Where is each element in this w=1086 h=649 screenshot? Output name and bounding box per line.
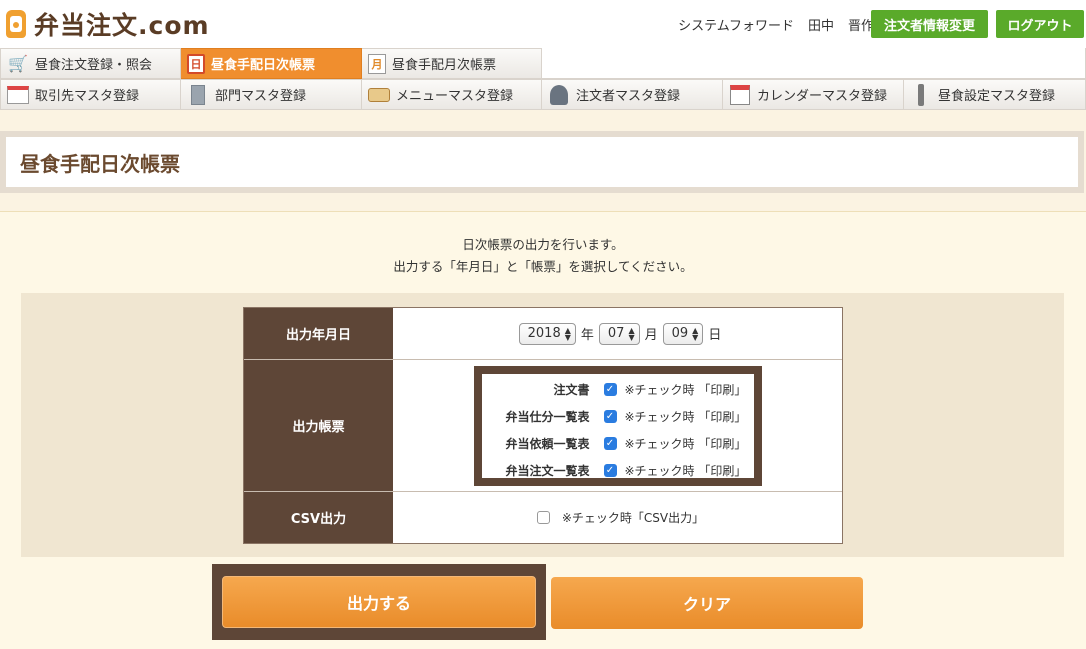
month-suffix: 月 [644, 328, 658, 343]
nav-label: メニューマスタ登録 [396, 89, 514, 104]
nav-monthly-report[interactable]: 月 昼食手配月次帳票 [362, 48, 542, 79]
nav-spacer [542, 48, 1086, 79]
reports-label: 出力帳票 [244, 360, 393, 491]
page-title: 昼食手配日次帳票 [20, 151, 180, 176]
nav-label: 取引先マスタ登録 [35, 89, 140, 104]
intro-text: 日次帳票の出力を行います。 出力する「年月日」と「帳票」を選択してください。 [0, 234, 1086, 278]
output-form: 出力年月日 2018 ▲ ▼ 年 07 ▲ ▼ 月 09 ▲ ▼ 日 出力帳票 … [243, 307, 843, 544]
nav-label: 昼食設定マスタ登録 [938, 89, 1056, 104]
reports-row: 出力帳票 注文書 ✓ ※チェック時 「印刷」 弁当仕分一覧表 ✓ ※チェック時 … [244, 360, 842, 492]
report-name: 弁当注文一覧表 [505, 463, 590, 478]
bento-logo-icon [6, 10, 26, 38]
year-select[interactable]: 2018 ▲ ▼ [518, 322, 576, 345]
nav-label: 注文者マスタ登録 [576, 89, 681, 104]
nav-department-master[interactable]: 部門マスタ登録 [181, 79, 362, 110]
day-suffix: 日 [708, 328, 722, 343]
clear-button[interactable]: クリア [551, 577, 863, 629]
edit-profile-button[interactable]: 注文者情報変更 [871, 10, 988, 38]
user-icon [548, 84, 570, 105]
monthly-report-icon: 月 [368, 53, 386, 74]
nav-label: 昼食注文登録・照会 [35, 58, 153, 73]
report-option: 注文書 ✓ ※チェック時 「印刷」 [482, 376, 754, 403]
report-note: ※チェック時 「印刷」 [624, 382, 747, 397]
csv-checkbox[interactable] [536, 511, 550, 524]
nav-lunch-settings-master[interactable]: 昼食設定マスタ登録 [904, 79, 1086, 110]
user-last-name: 田中 [807, 19, 834, 34]
intro-line-1: 日次帳票の出力を行います。 [462, 237, 624, 252]
cart-icon: 🛒 [8, 54, 28, 73]
nav-calendar-master[interactable]: カレンダーマスタ登録 [723, 79, 904, 110]
nav-client-master[interactable]: 取引先マスタ登録 [0, 79, 181, 110]
report-checkbox-sorting-list[interactable]: ✓ [603, 409, 617, 423]
header: 弁当注文.com システムフォワード 田中 晋作 注文者情報変更 ログアウト [0, 0, 1086, 48]
report-option: 弁当依頼一覧表 ✓ ※チェック時 「印刷」 [482, 430, 754, 457]
report-note: ※チェック時 「印刷」 [624, 436, 747, 451]
nav-label: 昼食手配日次帳票 [211, 58, 316, 73]
user-info: システムフォワード 田中 晋作 [678, 15, 874, 34]
client-icon [7, 85, 29, 105]
logo-text: 弁当注文.com [34, 11, 210, 40]
csv-note: ※チェック時「CSV出力」 [561, 511, 705, 525]
logo[interactable]: 弁当注文.com [6, 6, 210, 42]
report-options-box: 注文書 ✓ ※チェック時 「印刷」 弁当仕分一覧表 ✓ ※チェック時 「印刷」 … [473, 365, 762, 486]
report-name: 弁当依頼一覧表 [505, 436, 590, 451]
select-arrows-icon: ▲ ▼ [692, 325, 699, 342]
main-content: 日次帳票の出力を行います。 出力する「年月日」と「帳票」を選択してください。 出… [0, 211, 1086, 649]
nav-label: 昼食手配月次帳票 [392, 58, 497, 73]
report-checkbox-order-list[interactable]: ✓ [603, 463, 617, 477]
bento-icon [368, 85, 390, 105]
report-option: 弁当注文一覧表 ✓ ※チェック時 「印刷」 [482, 457, 754, 478]
company-name: システムフォワード [678, 19, 794, 34]
building-icon [187, 84, 209, 105]
csv-label: CSV出力 [244, 492, 393, 543]
nav-lunch-order[interactable]: 🛒 昼食注文登録・照会 [0, 48, 181, 79]
main-nav: 🛒 昼食注文登録・照会 日 昼食手配日次帳票 月 昼食手配月次帳票 取引先マスタ… [0, 48, 1086, 110]
csv-row: CSV出力 ※チェック時「CSV出力」 [244, 492, 842, 543]
month-select[interactable]: 07 ▲ ▼ [598, 322, 640, 345]
report-note: ※チェック時 「印刷」 [624, 463, 747, 478]
nav-menu-master[interactable]: メニューマスタ登録 [362, 79, 542, 110]
wrench-icon [910, 83, 932, 106]
calendar-icon [729, 84, 751, 105]
nav-label: 部門マスタ登録 [215, 89, 307, 104]
report-checkbox-request-list[interactable]: ✓ [603, 436, 617, 450]
date-label: 出力年月日 [244, 308, 393, 359]
logout-button[interactable]: ログアウト [996, 10, 1084, 38]
day-value: 09 [671, 326, 689, 341]
intro-line-2: 出力する「年月日」と「帳票」を選択してください。 [393, 259, 693, 274]
report-checkbox-order-sheet[interactable]: ✓ [603, 382, 617, 396]
month-value: 07 [607, 326, 625, 341]
title-panel: 昼食手配日次帳票 [0, 131, 1084, 193]
output-button-highlight: 出力する [212, 564, 546, 640]
report-note: ※チェック時 「印刷」 [624, 409, 747, 424]
report-name: 弁当仕分一覧表 [505, 409, 590, 424]
nav-orderer-master[interactable]: 注文者マスタ登録 [542, 79, 723, 110]
day-select[interactable]: 09 ▲ ▼ [662, 322, 704, 345]
report-option: 弁当仕分一覧表 ✓ ※チェック時 「印刷」 [482, 403, 754, 430]
output-button[interactable]: 出力する [222, 576, 536, 628]
report-name: 注文書 [553, 382, 590, 397]
daily-report-icon: 日 [187, 53, 205, 74]
select-arrows-icon: ▲ ▼ [564, 325, 571, 342]
nav-daily-report[interactable]: 日 昼食手配日次帳票 [181, 48, 362, 79]
select-arrows-icon: ▲ ▼ [628, 325, 635, 342]
date-row: 出力年月日 2018 ▲ ▼ 年 07 ▲ ▼ 月 09 ▲ ▼ 日 [244, 308, 842, 360]
nav-label: カレンダーマスタ登録 [757, 89, 888, 104]
year-suffix: 年 [580, 328, 594, 343]
year-value: 2018 [527, 326, 561, 341]
